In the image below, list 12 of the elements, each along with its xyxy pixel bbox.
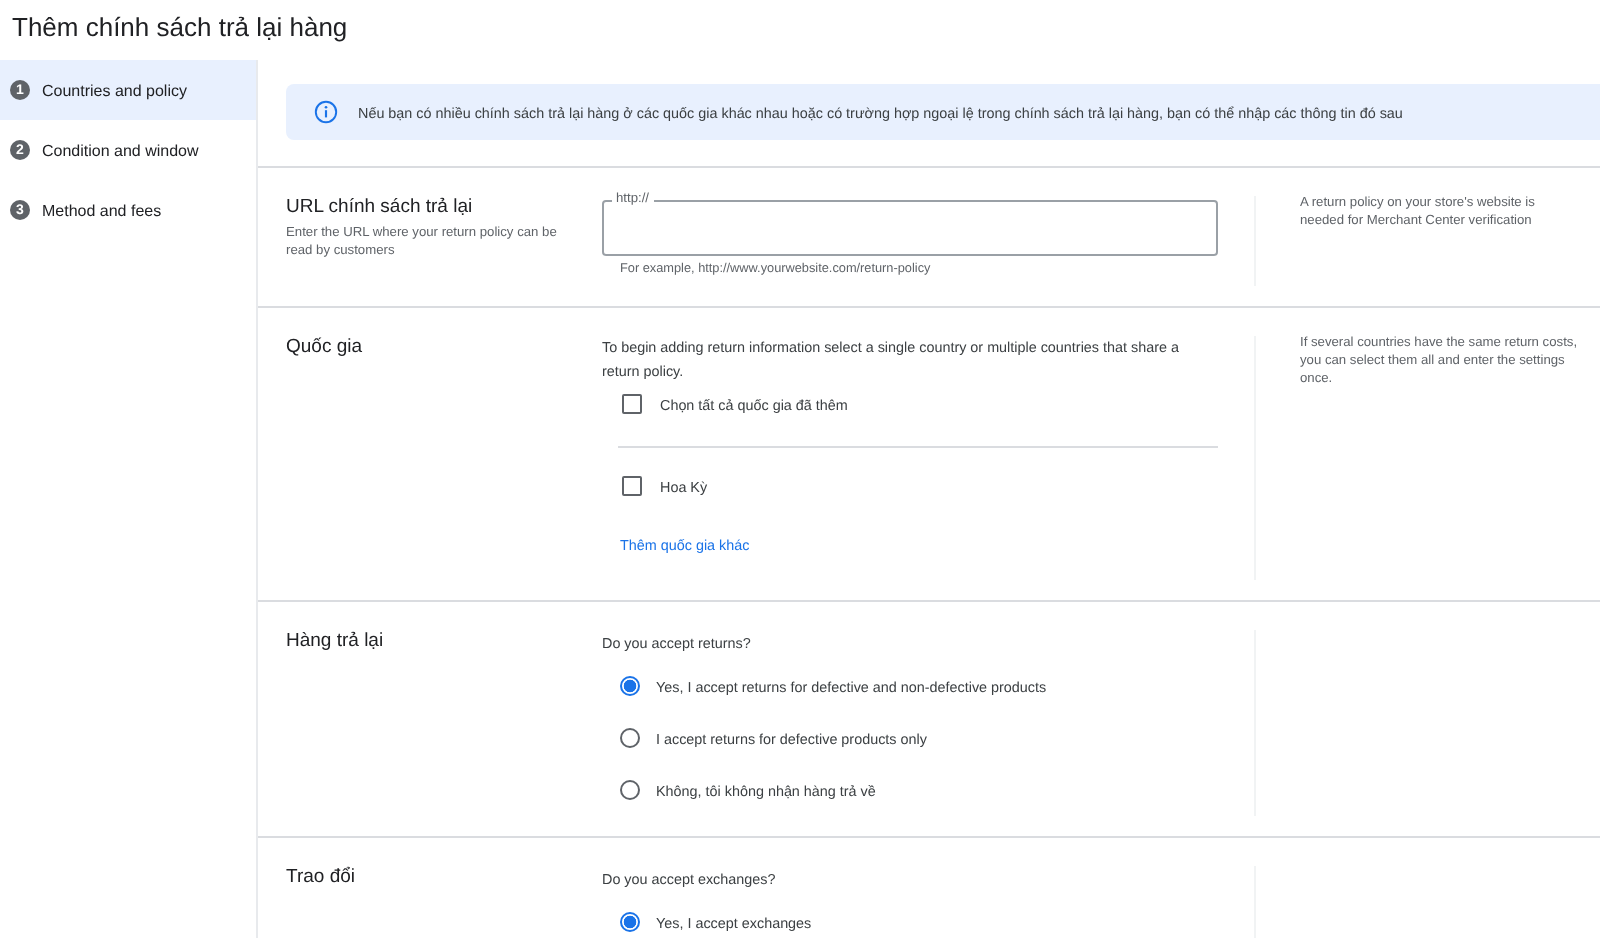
radio-button[interactable] xyxy=(620,728,640,748)
section-title: Quốc gia xyxy=(286,336,365,358)
section-title: Trao đổi xyxy=(286,866,357,888)
checkbox[interactable] xyxy=(622,394,642,415)
checkbox[interactable] xyxy=(622,476,642,497)
info-icon xyxy=(314,100,338,124)
page-title: Thêm chính sách trả lại hàng xyxy=(10,10,350,46)
section-title: URL chính sách trả lại xyxy=(286,196,475,218)
section-title: Hàng trả lại xyxy=(286,630,386,652)
radio-button[interactable] xyxy=(620,780,640,800)
radio-button[interactable] xyxy=(620,676,640,696)
radio-button[interactable] xyxy=(620,912,640,932)
